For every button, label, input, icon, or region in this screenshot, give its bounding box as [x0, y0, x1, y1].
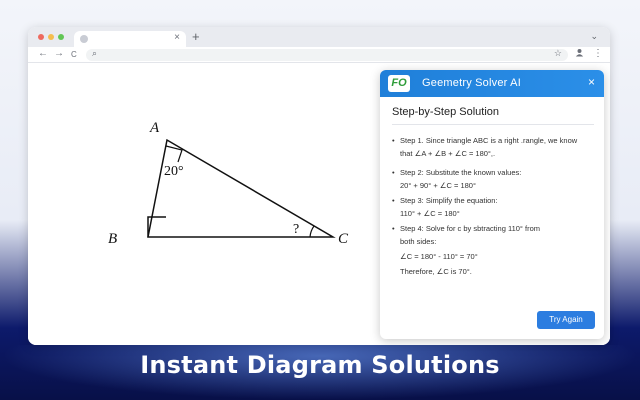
bullet-icon: •	[392, 168, 395, 177]
step-2-text: Step 2: Substitute the known values:	[400, 168, 522, 177]
step-4: • Step 4: Solve for c by sbtracting 110°…	[392, 222, 594, 235]
vertex-b-label: B	[108, 231, 117, 247]
minimize-window-dot[interactable]	[48, 34, 54, 40]
window-controls	[38, 34, 64, 40]
tab-bar: × + ⌄	[28, 27, 610, 47]
step-2: • Step 2: Substitute the known values:	[392, 166, 594, 179]
promo-banner: Instant Diagram Solutions	[0, 345, 640, 400]
app-logo: FO	[388, 75, 410, 92]
tab-close-icon[interactable]: ×	[174, 32, 180, 43]
step-4-text-cont: both sides:	[400, 237, 437, 246]
banner-title: Instant Diagram Solutions	[140, 351, 500, 379]
panel-title: Geemetry Solver AI	[422, 77, 521, 89]
bookmark-star-icon[interactable]: ☆	[554, 48, 562, 59]
conclusion-text: Therefore, ∠C is 70°.	[400, 267, 472, 276]
step-1-equation: that ∠A + ∠B + ∠C = 180°,.	[400, 149, 496, 158]
panel-body: Step-by-Step Solution • Step 1. Since tr…	[380, 97, 604, 278]
triangle-diagram: A B C 20° ?	[108, 120, 349, 247]
angle-c-arc	[309, 225, 315, 238]
solver-panel: FO Geemetry Solver AI × Step-by-Step Sol…	[380, 70, 604, 339]
bullet-icon: •	[392, 136, 395, 145]
forward-button[interactable]: →	[54, 48, 64, 59]
step-2-equation: 20° + 90° + ∠C = 180°	[400, 181, 476, 190]
address-bar[interactable]: ⌕ ☆	[86, 48, 568, 61]
try-again-button[interactable]: Try Again	[537, 311, 595, 329]
browser-toolbar: ← → C ⌕ ☆ ⋮	[28, 47, 610, 63]
step-3: • Step 3: Simplify the equation:	[392, 194, 594, 207]
step-4-equation: ∠C = 180° - 110° = 70°	[400, 252, 478, 261]
back-button[interactable]: ←	[38, 48, 48, 59]
profile-icon[interactable]	[575, 48, 584, 60]
vertex-c-label: C	[338, 231, 349, 247]
more-menu-icon[interactable]: ⋮	[593, 48, 603, 59]
favicon-icon	[80, 35, 88, 43]
step-3-text: Step 3: Simplify the equation:	[400, 196, 498, 205]
triangle-shape	[147, 138, 336, 238]
angle-a-marker	[165, 145, 183, 163]
close-window-dot[interactable]	[38, 34, 44, 40]
solution-heading: Step-by-Step Solution	[392, 106, 500, 118]
bullet-icon: •	[392, 224, 395, 233]
browser-tab[interactable]: ×	[74, 31, 186, 47]
angle-c-label: ?	[293, 222, 299, 237]
step-1: • Step 1. Since triangle ABC is a right …	[392, 134, 594, 147]
step-1-text: Step 1. Since triangle ABC is a right .r…	[400, 136, 578, 145]
step-4-text: Step 4: Solve for c by sbtracting 110° f…	[400, 224, 541, 233]
bullet-icon: •	[392, 196, 395, 205]
maximize-window-dot[interactable]	[58, 34, 64, 40]
step-3-equation: 110° + ∠C = 180°	[400, 209, 460, 218]
reload-button[interactable]: C	[71, 50, 77, 59]
close-icon[interactable]: ×	[588, 75, 595, 89]
panel-header: FO Geemetry Solver AI ×	[380, 70, 604, 97]
search-icon: ⌕	[92, 48, 98, 58]
divider	[392, 124, 594, 125]
new-tab-button[interactable]: +	[192, 29, 200, 44]
angle-a-label: 20°	[164, 164, 184, 179]
vertex-a-label: A	[149, 120, 160, 136]
tab-search-icon[interactable]: ⌄	[590, 31, 598, 42]
